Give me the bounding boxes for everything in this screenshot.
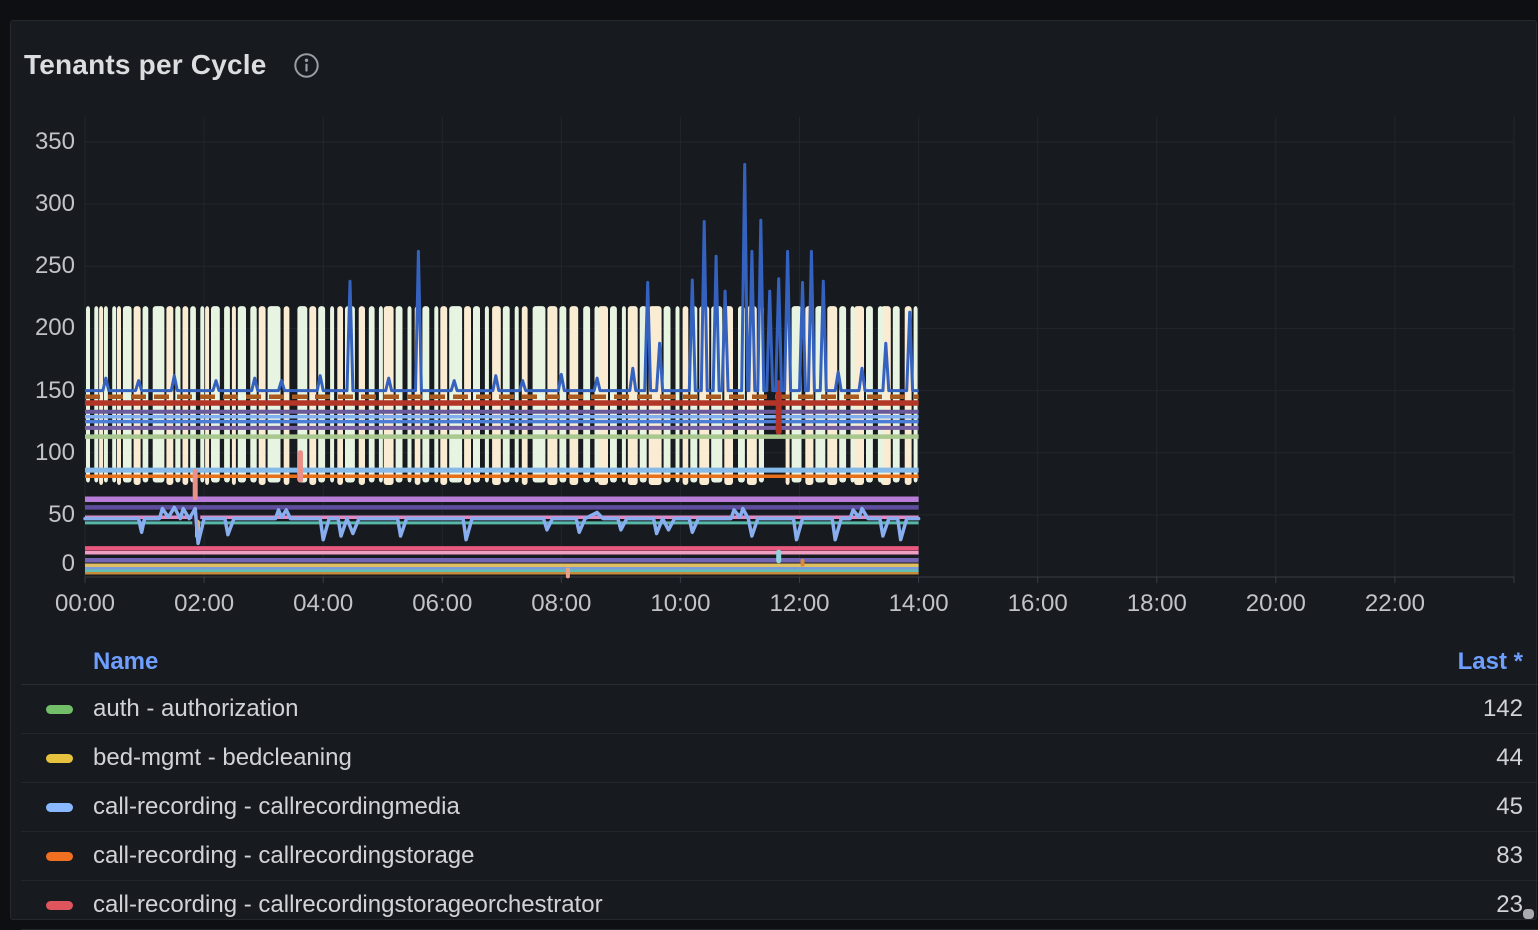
y-tick-label: 300 [0,189,75,219]
legend-row[interactable]: call-recording - callrecordingstorageorc… [21,881,1538,930]
legend-last-header[interactable]: Last * [1458,648,1523,676]
legend-row[interactable]: call-recording - callrecordingmedia45 [21,783,1538,832]
x-tick-label: 16:00 [1008,589,1068,619]
y-tick-label: 200 [0,313,75,343]
x-tick-label: 00:00 [55,589,115,619]
legend-header-row: Name Last * [21,639,1538,685]
y-tick-label: 150 [0,376,75,406]
y-tick-label: 250 [0,251,75,281]
x-tick-label: 12:00 [769,589,829,619]
y-tick-label: 100 [0,438,75,468]
legend-series-last-value: 45 [1496,793,1523,821]
legend-series-name[interactable]: bed-mgmt - bedcleaning [93,744,1496,772]
y-tick-label: 0 [0,549,75,579]
info-icon[interactable] [293,52,320,79]
scrollbar-thumb[interactable] [1523,909,1534,919]
legend-series-last-value: 83 [1496,842,1523,870]
series-color-marker [46,754,73,763]
series-color-marker [46,901,73,910]
legend-series-last-value: 44 [1496,744,1523,772]
x-tick-label: 18:00 [1127,589,1187,619]
series-color-marker [46,803,73,812]
legend-series-name[interactable]: call-recording - callrecordingstorageorc… [93,891,1496,919]
x-tick-label: 22:00 [1365,589,1425,619]
legend-row[interactable]: bed-mgmt - bedcleaning44 [21,734,1538,783]
legend-series-last-value: 142 [1483,695,1523,723]
legend-rows: auth - authorization142bed-mgmt - bedcle… [21,685,1538,930]
legend-row[interactable]: call-recording - callrecordingstorage83 [21,832,1538,881]
legend-series-name[interactable]: call-recording - callrecordingmedia [93,793,1496,821]
x-tick-label: 02:00 [174,589,234,619]
legend-series-last-value: 23 [1496,891,1523,919]
x-tick-label: 10:00 [650,589,710,619]
y-tick-label: 50 [0,500,75,530]
x-tick-label: 06:00 [412,589,472,619]
x-tick-label: 08:00 [531,589,591,619]
y-tick-label: 350 [0,127,75,157]
x-tick-label: 14:00 [889,589,949,619]
time-series-chart[interactable] [85,117,1514,578]
legend-series-name[interactable]: call-recording - callrecordingstorage [93,842,1496,870]
legend-row[interactable]: auth - authorization142 [21,685,1538,734]
legend-table: Name Last * auth - authorization142bed-m… [21,639,1538,930]
series-color-marker [46,705,73,714]
panel-header[interactable]: Tenants per Cycle [24,41,320,89]
x-tick-label: 20:00 [1246,589,1306,619]
panel-title: Tenants per Cycle [24,49,267,81]
legend-name-header[interactable]: Name [93,648,158,676]
legend-series-name[interactable]: auth - authorization [93,695,1483,723]
series-color-marker [46,852,73,861]
x-tick-label: 04:00 [293,589,353,619]
